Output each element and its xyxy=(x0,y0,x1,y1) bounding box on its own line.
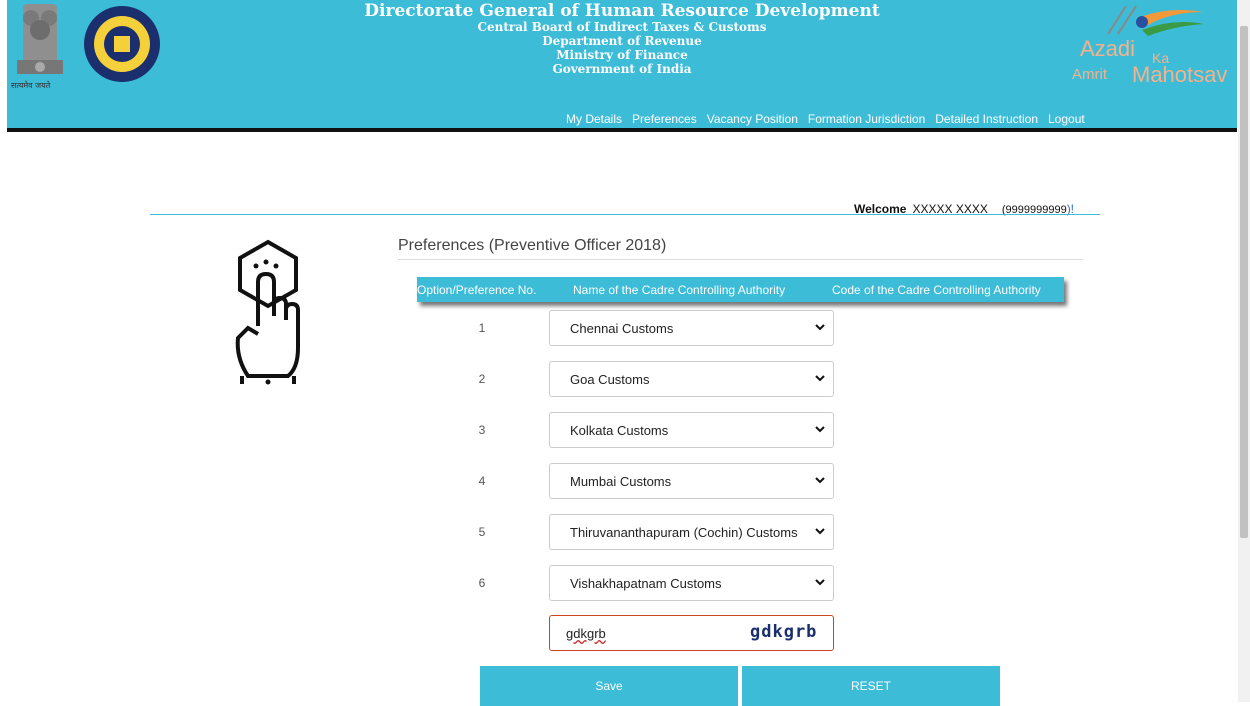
nav-preferences[interactable]: Preferences xyxy=(632,112,697,126)
column-header: Code of the Cadre Controlling Authority xyxy=(832,282,1041,297)
preference-number: 5 xyxy=(478,525,486,539)
chevron-down-icon xyxy=(815,426,825,433)
pointing-hand-icon xyxy=(235,239,300,385)
preference-select-6[interactable]: Vishakhapatnam Customs xyxy=(549,565,834,601)
select-value: Kolkata Customs xyxy=(570,422,669,438)
nav-vacancy-position[interactable]: Vacancy Position xyxy=(707,112,798,126)
logo-mahotsav: Mahotsav xyxy=(1132,62,1228,87)
title-divider xyxy=(398,259,1083,260)
top-nav: My Details Preferences Vacancy Position … xyxy=(566,112,1085,126)
select-value: Chennai Customs xyxy=(570,320,674,336)
chevron-down-icon xyxy=(815,324,825,331)
national-emblem-icon xyxy=(17,4,63,74)
select-value: Goa Customs xyxy=(570,371,650,387)
preference-number: 2 xyxy=(478,372,486,386)
azadi-ka-amrit-mahotsav-logo: Azadi Ka Amrit Mahotsav xyxy=(1070,0,1240,92)
captcha-value: gdkgrb xyxy=(566,626,606,641)
nav-logout[interactable]: Logout xyxy=(1048,112,1085,126)
nav-my-details[interactable]: My Details xyxy=(566,112,622,126)
select-value: Thiruvananthapuram (Cochin) Customs xyxy=(570,524,798,540)
logo-amrit: Amrit xyxy=(1072,66,1107,83)
save-button[interactable]: Save xyxy=(480,666,738,706)
divider xyxy=(150,214,1100,215)
header-line: Ministry of Finance xyxy=(556,48,688,62)
nav-detailed-instruction[interactable]: Detailed Instruction xyxy=(935,112,1038,126)
scrollbar-thumb[interactable] xyxy=(1240,26,1248,538)
captcha-input[interactable]: gdkgrb gdkgrb xyxy=(549,615,834,651)
header-line: Central Board of Indirect Taxes & Custom… xyxy=(477,20,767,34)
reset-button[interactable]: RESET xyxy=(742,666,1000,706)
header-line: Government of India xyxy=(552,62,692,76)
select-value: Mumbai Customs xyxy=(570,473,672,489)
logo-azadi: Azadi xyxy=(1080,36,1136,61)
nav-formation-jurisdiction[interactable]: Formation Jurisdiction xyxy=(808,112,925,126)
column-header: Option/Preference No. xyxy=(417,282,537,297)
preference-select-4[interactable]: Mumbai Customs xyxy=(549,463,834,499)
chevron-down-icon xyxy=(815,477,825,484)
preference-select-1[interactable]: Chennai Customs xyxy=(549,310,834,346)
chevron-down-icon xyxy=(815,579,825,586)
header-line: Department of Revenue xyxy=(542,34,702,48)
preference-number: 6 xyxy=(478,576,486,590)
preference-number: 4 xyxy=(478,474,486,488)
tricolor-swoosh-icon xyxy=(1107,5,1204,36)
site-title: Directorate General of Human Resource De… xyxy=(364,1,880,21)
chevron-down-icon xyxy=(815,528,825,535)
preference-select-5[interactable]: Thiruvananthapuram (Cochin) Customs xyxy=(549,514,834,550)
table-header: Option/Preference No. Name of the Cadre … xyxy=(417,277,1064,302)
site-header: सत्यमेव जयते Directorate General of Huma… xyxy=(7,0,1237,132)
chevron-down-icon xyxy=(815,375,825,382)
header-titles: Directorate General of Human Resource De… xyxy=(322,2,922,76)
vertical-scrollbar[interactable] xyxy=(1238,0,1250,702)
cbic-seal-icon xyxy=(84,6,160,82)
preference-select-2[interactable]: Goa Customs xyxy=(549,361,834,397)
preference-number: 1 xyxy=(478,321,486,335)
page-title: Preferences (Preventive Officer 2018) xyxy=(398,237,667,254)
captcha-image: gdkgrb xyxy=(750,622,818,642)
column-header: Name of the Cadre Controlling Authority xyxy=(573,282,786,297)
select-value: Vishakhapatnam Customs xyxy=(570,575,722,591)
preference-select-3[interactable]: Kolkata Customs xyxy=(549,412,834,448)
emblem-motto: सत्यमेव जयते xyxy=(11,81,51,90)
preference-number: 3 xyxy=(478,423,486,437)
